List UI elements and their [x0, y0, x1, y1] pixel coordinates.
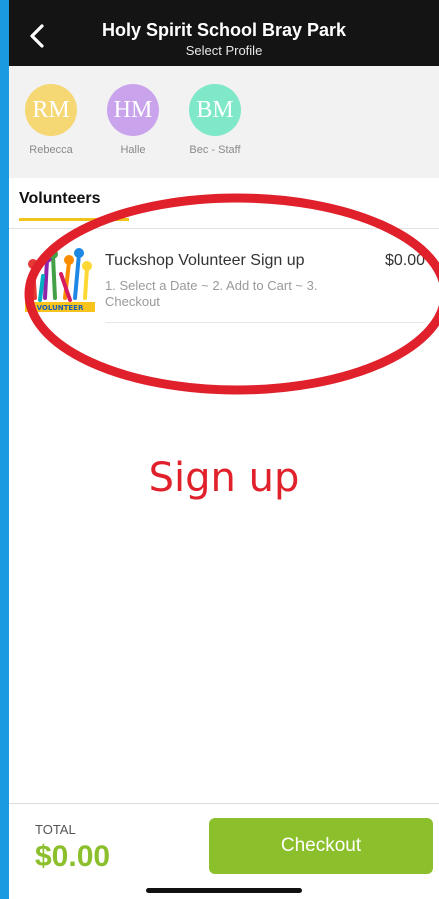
category-tabs: Volunteers — [9, 178, 439, 229]
profile-halle[interactable]: HM Halle — [93, 84, 173, 156]
back-button[interactable] — [23, 20, 51, 52]
divider — [105, 322, 425, 323]
tab-volunteers[interactable]: Volunteers — [19, 190, 101, 214]
profile-name: Halle — [120, 144, 146, 156]
checkout-footer: TOTAL $0.00 Checkout — [9, 803, 439, 899]
app-screen: Holy Spirit School Bray Park Select Prof… — [9, 0, 439, 899]
checkout-button[interactable]: Checkout — [209, 818, 433, 874]
product-name: Tuckshop Volunteer Sign up — [105, 252, 305, 269]
avatar: RM — [25, 84, 77, 136]
product-item-tuckshop-volunteer[interactable]: VOLUNTEER Tuckshop Volunteer Sign up $0.… — [25, 240, 425, 324]
profile-selector: RM Rebecca HM Halle BM Bec - Staff — [9, 66, 439, 178]
avatar: BM — [189, 84, 241, 136]
product-description: 1. Select a Date ~ 2. Add to Cart ~ 3. C… — [105, 278, 318, 309]
avatar: HM — [107, 84, 159, 136]
annotation-sign-up-text: Sign up — [148, 455, 300, 501]
profile-name: Bec - Staff — [189, 144, 241, 156]
profile-name: Rebecca — [29, 144, 73, 156]
school-title: Holy Spirit School Bray Park — [101, 20, 347, 40]
header-subtitle: Select Profile — [185, 43, 263, 58]
home-indicator — [146, 888, 302, 893]
profile-bec-staff[interactable]: BM Bec - Staff — [175, 84, 255, 156]
total-label: TOTAL — [35, 822, 76, 837]
top-bar: Holy Spirit School Bray Park Select Prof… — [9, 0, 439, 66]
image-banner-text: VOLUNTEER — [37, 304, 84, 312]
profile-rebecca[interactable]: RM Rebecca — [11, 84, 91, 156]
chevron-left-icon — [30, 24, 44, 48]
active-tab-indicator — [19, 218, 129, 221]
product-price: $0.00 — [384, 252, 425, 269]
total-value: $0.00 — [35, 840, 111, 873]
volunteer-hands-image: VOLUNTEER — [25, 248, 95, 312]
